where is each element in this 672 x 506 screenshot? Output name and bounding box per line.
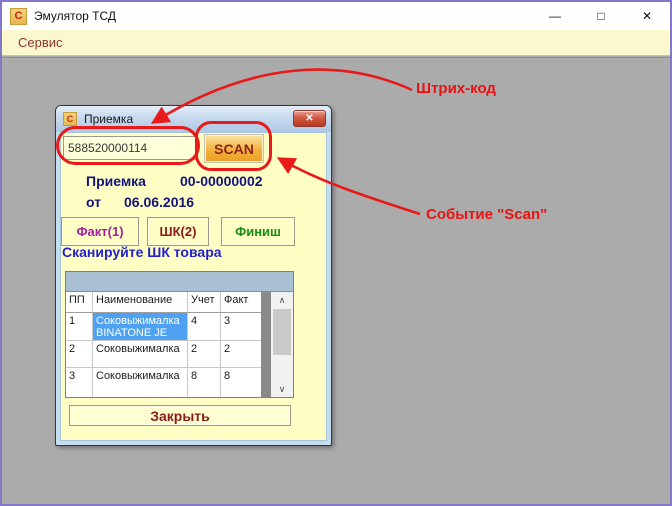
table-row[interactable]: 2 Соковыжималка 2 2 [66, 341, 261, 369]
table-row[interactable]: 3 Соковыжималка 8 8 [66, 368, 261, 397]
scrollbar-track[interactable] [271, 308, 293, 381]
barcode-input[interactable] [63, 136, 196, 160]
menu-item-service[interactable]: Сервис [18, 35, 63, 50]
cell-uchet[interactable]: 2 [188, 341, 221, 368]
vertical-scrollbar[interactable]: ∧ ∨ [271, 292, 293, 397]
maximize-button[interactable]: □ [578, 2, 624, 30]
zakryt-button[interactable]: Закрыть [69, 405, 291, 426]
col-header-uchet[interactable]: Учет [188, 292, 221, 312]
scan-hint-text: Сканируйте ШК товара [62, 244, 222, 260]
fakt-button[interactable]: Факт(1) [61, 217, 139, 246]
barcode-annotation-label: Штрих-код [416, 80, 496, 97]
cell-name-selected[interactable]: Соковыжималка BINATONE JE 102 [93, 313, 188, 340]
cell-pp[interactable]: 3 [66, 368, 93, 397]
priemka-dialog: С Приемка ✕ SCAN Приемка 00-00000002 от … [55, 105, 332, 446]
col-header-pp[interactable]: ПП [66, 292, 93, 312]
items-grid: ПП Наименование Учет Факт 1 Соковыжималк… [66, 292, 261, 397]
menubar: Сервис [2, 30, 670, 56]
cell-uchet[interactable]: 8 [188, 368, 221, 397]
date-value: 06.06.2016 [124, 194, 194, 210]
cell-name[interactable]: Соковыжималка [93, 341, 188, 368]
cell-fakt[interactable]: 2 [221, 341, 261, 368]
cell-pp[interactable]: 2 [66, 341, 93, 368]
scroll-up-icon[interactable]: ∧ [271, 292, 293, 308]
date-label: от [86, 194, 101, 210]
dialog-close-button[interactable]: ✕ [293, 110, 326, 127]
table-top-band [66, 272, 293, 292]
col-header-fakt[interactable]: Факт [221, 292, 261, 312]
table-header-row: ПП Наименование Учет Факт [66, 292, 261, 313]
table-row[interactable]: 1 Соковыжималка BINATONE JE 102 4 3 [66, 313, 261, 341]
doc-number: 00-00000002 [180, 173, 263, 189]
shk-button[interactable]: ШК(2) [147, 217, 209, 246]
emulator-window: С Эмулятор ТСД — □ ✕ Сервис С Приемка ✕ … [0, 0, 672, 506]
window-controls: — □ ✕ [532, 2, 670, 30]
dialog-title: Приемка [84, 112, 133, 126]
cell-fakt[interactable]: 3 [221, 313, 261, 340]
cell-fakt[interactable]: 8 [221, 368, 261, 397]
dialog-client-area: SCAN Приемка 00-00000002 от 06.06.2016 Ф… [60, 132, 327, 441]
grid-filler-strip [261, 292, 271, 397]
scrollbar-thumb[interactable] [273, 309, 291, 355]
dialog-1c-icon: С [63, 112, 77, 126]
minimize-button[interactable]: — [532, 2, 578, 30]
app-title: Эмулятор ТСД [34, 9, 116, 23]
close-button[interactable]: ✕ [624, 2, 670, 30]
finish-button[interactable]: Финиш [221, 217, 295, 246]
scan-button[interactable]: SCAN [204, 134, 264, 163]
titlebar: С Эмулятор ТСД — □ ✕ [2, 2, 670, 30]
items-table: ПП Наименование Учет Факт 1 Соковыжималк… [65, 271, 294, 398]
app-1c-icon: С [10, 8, 27, 25]
dialog-titlebar[interactable]: С Приемка ✕ [56, 106, 331, 132]
doc-label: Приемка [86, 173, 146, 189]
cell-uchet[interactable]: 4 [188, 313, 221, 340]
scroll-down-icon[interactable]: ∨ [271, 381, 293, 397]
col-header-name[interactable]: Наименование [93, 292, 188, 312]
scan-event-annotation-label: Событие "Scan" [426, 206, 547, 223]
cell-name[interactable]: Соковыжималка [93, 368, 188, 397]
cell-pp[interactable]: 1 [66, 313, 93, 340]
